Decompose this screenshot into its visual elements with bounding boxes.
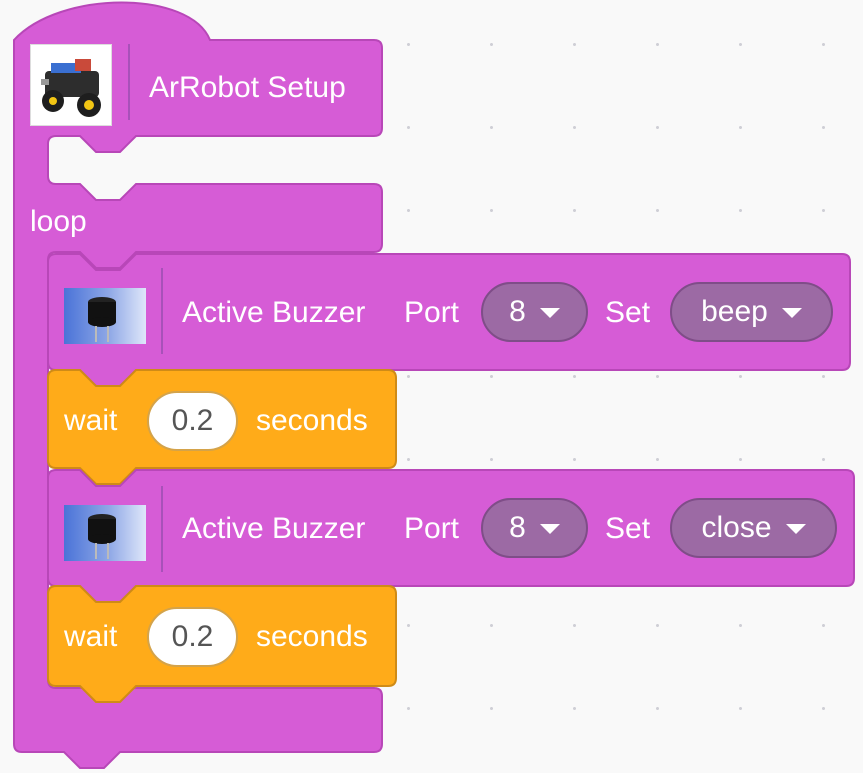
buzzer-label: Active Buzzer (182, 512, 366, 545)
buzzer-divider (161, 486, 163, 572)
set-value: close (701, 511, 772, 544)
buzzer-icon (64, 505, 146, 561)
set-value: beep (701, 295, 768, 328)
caret-down-icon (539, 524, 560, 534)
port-label: Port (404, 296, 460, 329)
caret-down-icon (539, 308, 560, 318)
seconds-label: seconds (256, 620, 368, 653)
seconds-value: 0.2 (171, 620, 214, 653)
port-label: Port (404, 512, 460, 545)
wait-label: wait (64, 404, 118, 437)
port-dropdown[interactable]: 8 (481, 282, 588, 342)
robot-car-icon (30, 44, 112, 126)
port-dropdown[interactable]: 8 (481, 498, 588, 558)
port-value: 8 (509, 511, 526, 544)
buzzer-icon (64, 288, 146, 344)
caret-down-icon (781, 308, 802, 318)
set-dropdown[interactable]: close (670, 498, 837, 558)
seconds-label: seconds (256, 404, 368, 437)
caret-down-icon (785, 524, 806, 534)
setup-divider (128, 44, 130, 120)
buzzer-divider (161, 268, 163, 354)
port-value: 8 (509, 295, 526, 328)
seconds-input[interactable]: 0.2 (147, 391, 238, 451)
setup-label: ArRobot Setup (149, 71, 346, 104)
set-label: Set (605, 512, 651, 545)
seconds-value: 0.2 (171, 404, 214, 437)
set-label: Set (605, 296, 651, 329)
buzzer-label: Active Buzzer (182, 296, 366, 329)
loop-label: loop (30, 205, 87, 238)
wait-label: wait (64, 620, 118, 653)
set-dropdown[interactable]: beep (670, 282, 833, 342)
seconds-input[interactable]: 0.2 (147, 607, 238, 667)
